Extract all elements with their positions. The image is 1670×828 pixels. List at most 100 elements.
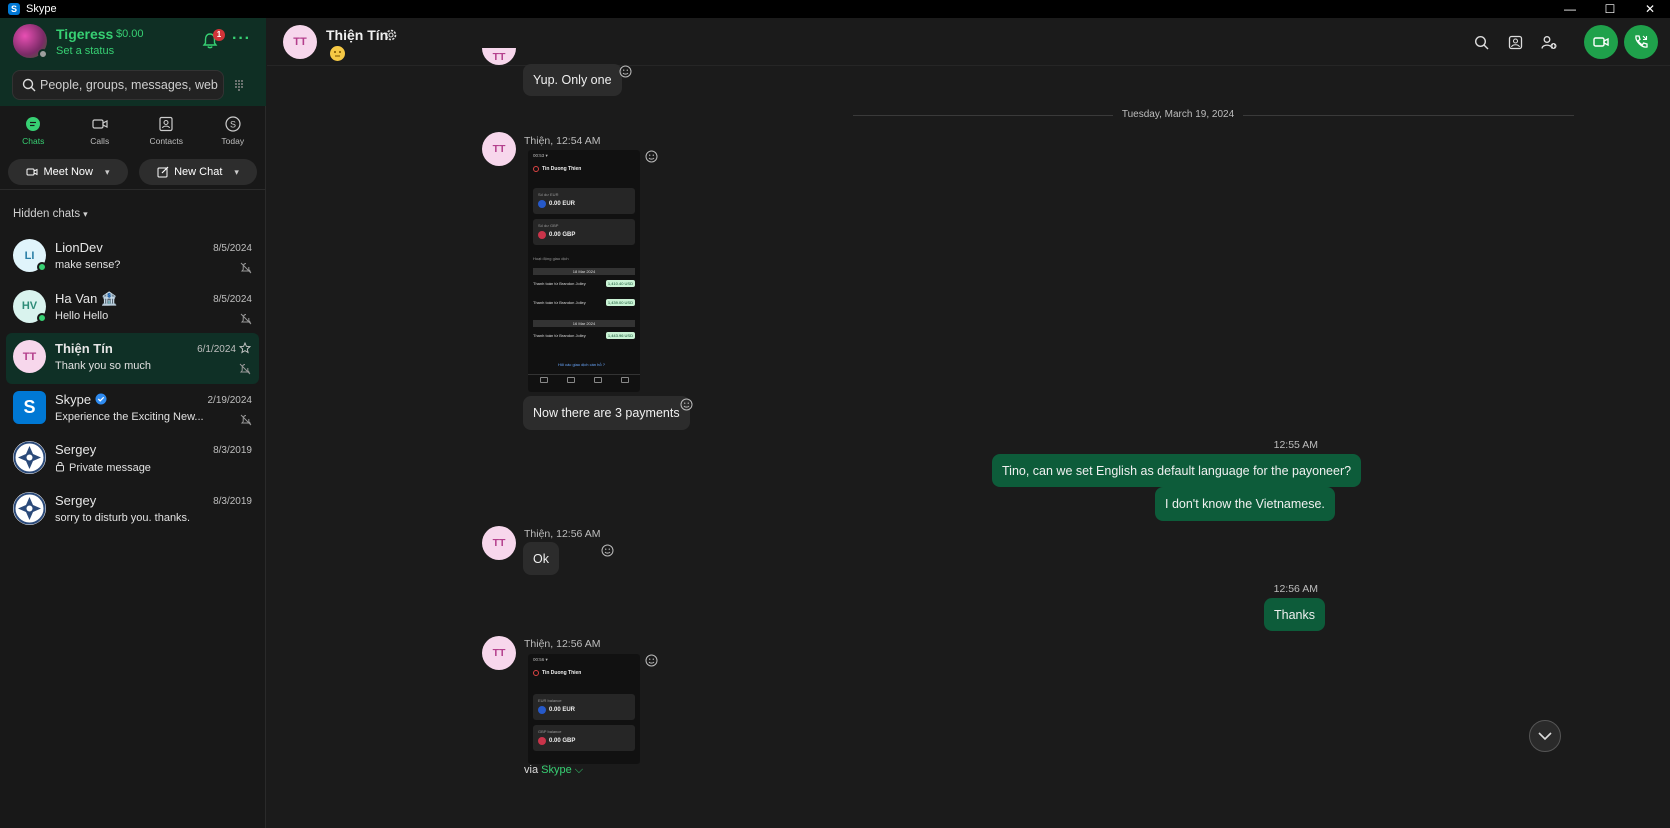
- chat-name: Thiện Tín: [55, 341, 113, 356]
- muted-bell-icon: [239, 363, 251, 375]
- online-indicator: [37, 312, 47, 323]
- new-chat-icon: [157, 166, 169, 178]
- add-person-icon: [1541, 35, 1557, 49]
- screenshot-attachment[interactable]: 00:53 ▾ Tin Duong Thien Số dư EUR 0.00 E…: [528, 150, 640, 392]
- chevron-down-icon[interactable]: ⌵: [575, 764, 583, 776]
- favorite-star-icon[interactable]: [239, 342, 251, 354]
- ps-row-amount: 1,439.00 USD: [605, 299, 635, 306]
- chat-name: Skype: [55, 392, 107, 407]
- conversation-pane: TT Thiện Tín TT Yup. Only one Tuesday, M…: [267, 18, 1670, 828]
- avatar-initials: TT: [22, 350, 37, 363]
- ps-date-band: 16 Mar 2024: [533, 320, 635, 327]
- chat-item-skype[interactable]: S Skype 2/19/2024 Experience the Excitin…: [0, 384, 266, 435]
- maximize-button[interactable]: ☐: [1590, 0, 1630, 18]
- tab-contacts[interactable]: Contacts: [133, 116, 200, 156]
- ps-row-label: Thanh toán từ Brandon Jolley: [533, 281, 586, 286]
- tab-today-label: Today: [221, 136, 245, 146]
- flag-vn-icon: [533, 166, 539, 172]
- smiley-react-icon[interactable]: [680, 398, 693, 411]
- message-avatar: TT: [482, 132, 516, 166]
- message-avatar: TT: [482, 526, 516, 560]
- profile-name[interactable]: Tigeress: [56, 26, 113, 42]
- ps-title: Tin Duong Thien: [542, 670, 582, 676]
- ps-nav-icon: [594, 377, 602, 383]
- meet-now-button[interactable]: Meet Now ▾: [8, 159, 128, 185]
- avatar: [13, 441, 46, 474]
- ps-card-label: Số dư GBP: [538, 223, 559, 228]
- chat-item-sergey[interactable]: Sergey 8/3/2019 Private message: [0, 434, 266, 485]
- sergey-avatar-logo-icon: [13, 441, 46, 474]
- gallery-button[interactable]: [1498, 26, 1532, 58]
- chat-bubble-icon: [26, 117, 41, 131]
- chat-item-ha-van[interactable]: HV Ha Van 🏦 8/5/2024 Hello Hello: [0, 283, 266, 334]
- close-button[interactable]: ✕: [1630, 0, 1670, 18]
- message-bubble-outgoing: Tino, can we set English as default lang…: [992, 454, 1362, 487]
- screenshot-attachment[interactable]: 00:56 ▾ Tin Duong Thien EUR balance 0.00…: [528, 654, 640, 764]
- set-status-link[interactable]: Set a status: [56, 45, 114, 57]
- search-input[interactable]: [40, 78, 220, 92]
- message-time: 12:55 AM: [1273, 439, 1318, 451]
- smiley-react-icon[interactable]: [645, 150, 658, 163]
- ps-title: Tin Duong Thien: [542, 166, 582, 172]
- window-title: Skype: [26, 3, 57, 15]
- chat-item-liondev[interactable]: LI LionDev 8/5/2024 make sense?: [0, 232, 266, 283]
- search-in-chat-button[interactable]: [1464, 26, 1498, 58]
- ps-help-link: Hỏi các giao dịch cần hỗ ?: [558, 362, 605, 367]
- chat-preview: make sense?: [55, 259, 121, 271]
- online-indicator: [37, 262, 47, 272]
- meet-now-label: Meet Now: [43, 166, 93, 178]
- chat-item-thien-tin[interactable]: TT Thiện Tín 6/1/2024 Thank you so much: [6, 333, 259, 384]
- chat-date: 6/1/2024: [197, 344, 236, 355]
- video-camera-icon: [92, 119, 108, 129]
- contact-name[interactable]: Thiện Tín: [326, 27, 388, 43]
- new-chat-button[interactable]: New Chat ▾: [139, 159, 257, 185]
- conversation-header: TT Thiện Tín: [267, 18, 1670, 66]
- smiley-react-icon[interactable]: [619, 65, 632, 78]
- smiley-react-icon[interactable]: [601, 544, 614, 557]
- chat-preview: Thank you so much: [55, 360, 151, 372]
- profile-avatar[interactable]: [13, 24, 48, 59]
- dialpad-button[interactable]: [228, 74, 250, 96]
- message-meta: Thiện, 12:56 AM: [524, 528, 601, 540]
- chat-name-text: Skype: [55, 391, 92, 407]
- ps-card-value: 0.00 EUR: [549, 201, 576, 207]
- tab-chats[interactable]: Chats: [0, 116, 67, 156]
- contact-avatar[interactable]: TT: [283, 25, 317, 59]
- more-options-icon[interactable]: ···: [232, 30, 251, 48]
- separator-line: [853, 115, 1113, 116]
- tab-calls[interactable]: Calls: [67, 116, 134, 156]
- gear-icon[interactable]: [384, 28, 398, 42]
- skype-today-icon: S: [225, 116, 241, 132]
- tab-today[interactable]: S Today: [200, 116, 267, 156]
- smiley-react-icon[interactable]: [645, 654, 658, 667]
- avatar: LI: [13, 239, 47, 272]
- chat-item-sergey-2[interactable]: Sergey 8/3/2019 sorry to disturb you. th…: [0, 485, 266, 536]
- search-box[interactable]: [12, 70, 224, 100]
- via-skype-link[interactable]: Skype: [541, 764, 572, 776]
- video-call-button[interactable]: [1584, 25, 1618, 59]
- contacts-book-icon: [159, 116, 173, 132]
- profile-balance[interactable]: $0.00: [116, 28, 144, 40]
- avatar-initials: LI: [24, 249, 35, 262]
- scroll-to-bottom-button[interactable]: [1529, 720, 1561, 752]
- via-text: via: [524, 764, 539, 776]
- nav-tabs: Chats Calls Contacts S Today: [0, 116, 266, 156]
- chat-preview: sorry to disturb you. thanks.: [55, 511, 191, 524]
- skype-logo-icon: S: [8, 3, 20, 15]
- tab-chats-label: Chats: [22, 136, 45, 146]
- chat-date: 2/19/2024: [207, 394, 253, 406]
- audio-call-button[interactable]: [1624, 25, 1658, 59]
- notification-badge: 1: [213, 29, 225, 41]
- minimize-button[interactable]: —: [1550, 0, 1590, 18]
- eu-flag-icon: [538, 200, 546, 208]
- meet-now-icon: [26, 168, 38, 176]
- message-bubble-incoming: Ok: [523, 542, 559, 575]
- dialpad-icon: [235, 80, 243, 91]
- hidden-chats-toggle[interactable]: Hidden chats ▾: [13, 208, 88, 220]
- chat-date: 8/5/2024: [213, 293, 252, 305]
- ps-card-gbp: Số dư GBP 0.00 GBP: [533, 219, 635, 245]
- date-separator: Tuesday, March 19, 2024: [523, 109, 1574, 123]
- window-titlebar: S Skype — ☐ ✕: [0, 0, 1670, 18]
- gallery-icon: [1508, 35, 1522, 49]
- add-people-button[interactable]: [1532, 26, 1566, 58]
